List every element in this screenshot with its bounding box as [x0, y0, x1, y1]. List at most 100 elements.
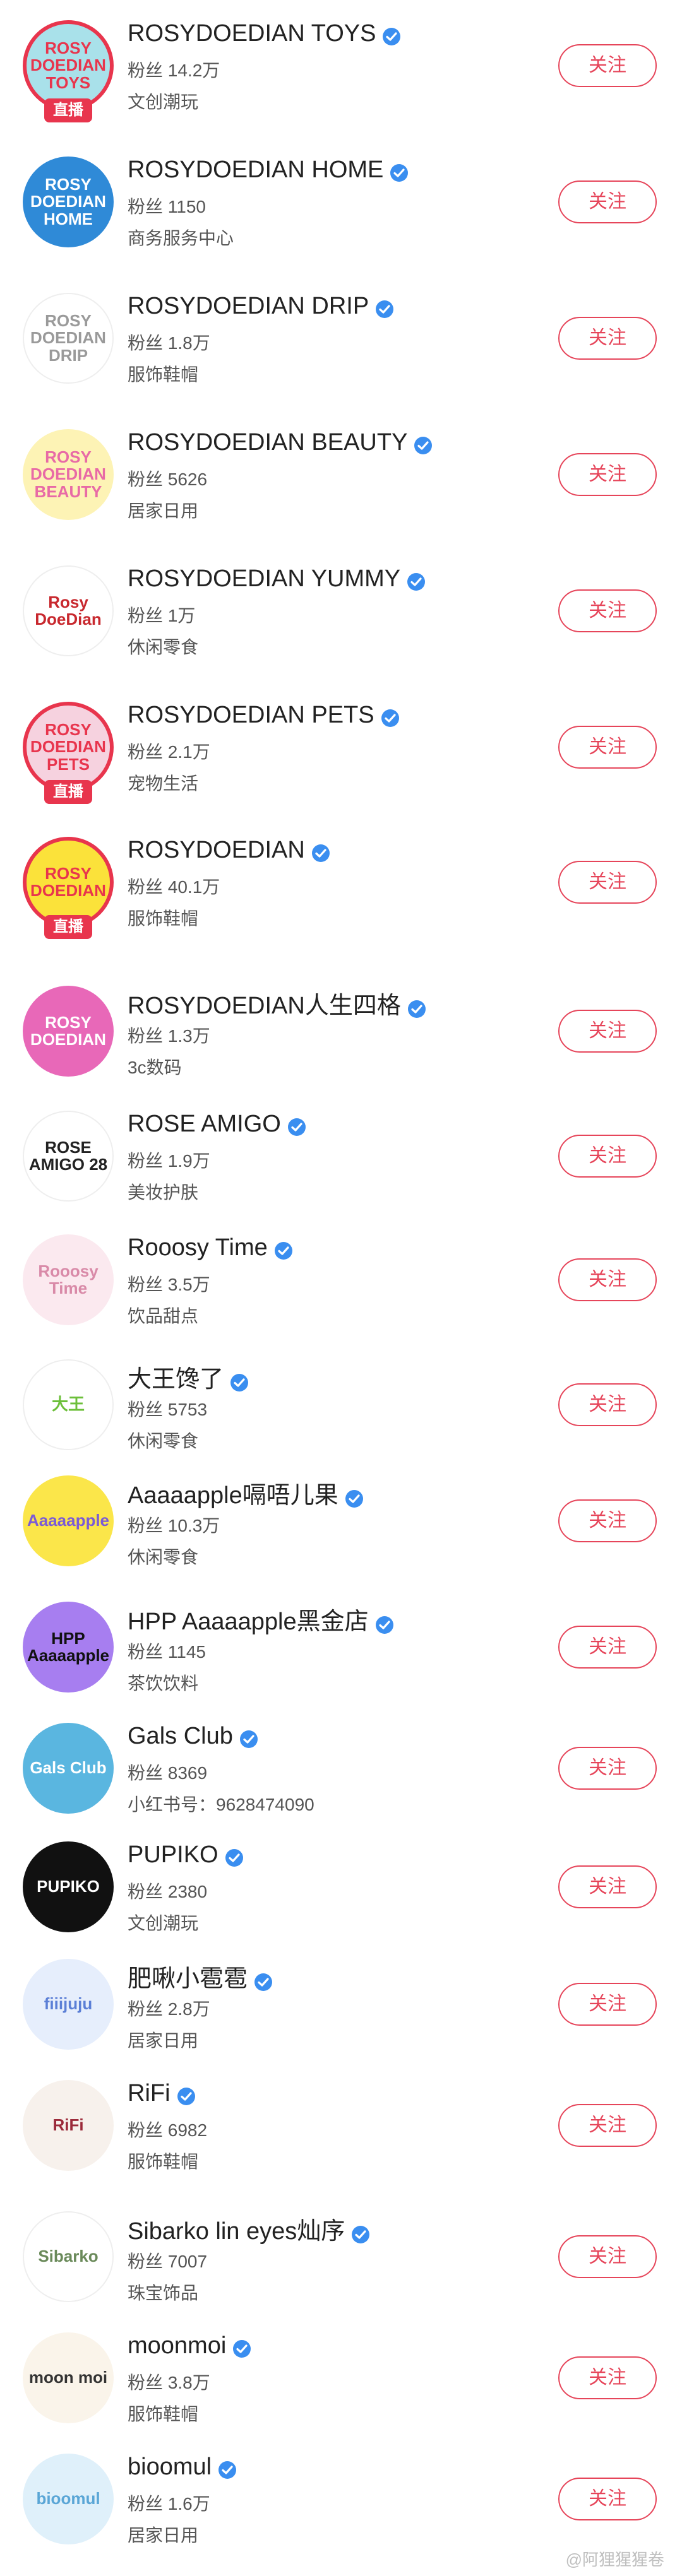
account-row[interactable]: ROSY DOEDIAN BEAUTY ROSYDOEDIAN BEAUTY 粉丝 … — [0, 424, 682, 544]
account-name-text: 肥啾小雹雹 — [128, 1966, 248, 1992]
account-name[interactable]: Rooosy Time — [128, 1234, 293, 1261]
account-avatar[interactable]: Rosy DoeDian — [23, 565, 114, 656]
account-name[interactable]: HPP Aaaaapple黑金店 — [128, 1602, 394, 1636]
follow-button[interactable]: 关注 — [558, 1010, 657, 1053]
account-avatar[interactable]: Aaaaapple — [23, 1475, 114, 1566]
follow-button[interactable]: 关注 — [558, 1383, 657, 1426]
account-avatar[interactable]: HPP Aaaaapple — [23, 1602, 114, 1693]
account-avatar[interactable]: ROSY DOEDIAN PETS — [23, 702, 114, 793]
account-category: 居家日用 — [128, 2526, 199, 2545]
follow-button[interactable]: 关注 — [558, 2104, 657, 2147]
account-avatar[interactable]: bioomul — [23, 2454, 114, 2544]
account-name[interactable]: ROSYDOEDIAN TOYS — [128, 20, 401, 47]
account-name[interactable]: ROSYDOEDIAN — [128, 837, 330, 864]
account-category: 服饰鞋帽 — [128, 909, 199, 928]
live-badge[interactable]: 直播 — [44, 915, 92, 939]
follow-button[interactable]: 关注 — [558, 317, 657, 360]
account-avatar[interactable]: ROSE AMIGO 28 — [23, 1111, 114, 1202]
account-category: 文创潮玩 — [128, 92, 199, 112]
account-row[interactable]: ROSY DOEDIAN HOME ROSYDOEDIAN HOME 粉丝 1150… — [0, 151, 682, 271]
account-row[interactable]: HPP Aaaaapple HPP Aaaaapple黑金店 粉丝 1145 茶饮饮料… — [0, 1597, 682, 1716]
follow-button[interactable]: 关注 — [558, 453, 657, 496]
follow-button[interactable]: 关注 — [558, 1983, 657, 2026]
avatar-logo-text: fiiijuju — [44, 1994, 93, 2014]
follow-button[interactable]: 关注 — [558, 726, 657, 769]
account-name[interactable]: ROSYDOEDIAN BEAUTY — [128, 429, 433, 456]
follow-button[interactable]: 关注 — [558, 180, 657, 223]
live-badge[interactable]: 直播 — [44, 780, 92, 804]
account-row[interactable]: Gals Club Gals Club 粉丝 8369 小红书号：9628474090… — [0, 1718, 682, 1838]
account-avatar[interactable]: ROSY DOEDIAN HOME — [23, 157, 114, 247]
follow-button[interactable]: 关注 — [558, 2235, 657, 2278]
account-row[interactable]: 大王 大王馋了 粉丝 5753 休闲零食 关注 — [0, 1354, 682, 1474]
account-name-text: Sibarko lin eyes灿序 — [128, 2218, 345, 2245]
account-row[interactable]: moon moi moonmoi 粉丝 3.8万 服饰鞋帽 关注 — [0, 2327, 682, 2447]
account-row[interactable]: ROSE AMIGO 28 ROSE AMIGO 粉丝 1.9万 美妆护肤 关注 — [0, 1106, 682, 1226]
account-name[interactable]: ROSYDOEDIAN YUMMY — [128, 565, 426, 593]
account-avatar[interactable]: PUPIKO — [23, 1841, 114, 1932]
account-name[interactable]: ROSYDOEDIAN PETS — [128, 702, 400, 729]
account-avatar[interactable]: fiiijuju — [23, 1959, 114, 2050]
account-row[interactable]: fiiijuju 肥啾小雹雹 粉丝 2.8万 居家日用 关注 — [0, 1954, 682, 2074]
account-avatar[interactable]: ROSY DOEDIAN — [23, 837, 114, 928]
account-row[interactable]: ROSY DOEDIAN TOYS 直播 ROSYDOEDIAN TOYS 粉丝 14… — [0, 15, 682, 135]
account-row[interactable]: ROSY DOEDIAN 直播 ROSYDOEDIAN 粉丝 40.1万 服饰鞋帽 关注 — [0, 832, 682, 952]
account-row[interactable]: RiFi RiFi 粉丝 6982 服饰鞋帽 关注 — [0, 2075, 682, 2195]
follow-button[interactable]: 关注 — [558, 1865, 657, 1908]
follow-button[interactable]: 关注 — [558, 1135, 657, 1178]
live-badge[interactable]: 直播 — [44, 98, 92, 122]
avatar-logo-text: bioomul — [36, 2489, 100, 2508]
account-name-text: ROSYDOEDIAN人生四格 — [128, 993, 401, 1019]
follow-button[interactable]: 关注 — [558, 44, 657, 87]
account-name-text: ROSYDOEDIAN YUMMY — [128, 565, 401, 592]
follow-button[interactable]: 关注 — [558, 861, 657, 904]
account-avatar[interactable]: ROSY DOEDIAN DRIP — [23, 293, 114, 384]
account-row[interactable]: ROSY DOEDIAN PETS 直播 ROSYDOEDIAN PETS 粉丝 2.… — [0, 697, 682, 817]
verified-icon — [390, 162, 409, 182]
account-name[interactable]: Sibarko lin eyes灿序 — [128, 2211, 370, 2246]
account-row[interactable]: PUPIKO PUPIKO 粉丝 2380 文创潮玩 关注 — [0, 1836, 682, 1956]
account-name-text: 大王馋了 — [128, 1366, 224, 1393]
account-row[interactable]: ROSY DOEDIAN ROSYDOEDIAN人生四格 粉丝 1.3万 3c数码 关注 — [0, 981, 682, 1101]
account-avatar[interactable]: RiFi — [23, 2080, 114, 2171]
account-avatar[interactable]: ROSY DOEDIAN — [23, 986, 114, 1077]
follow-button[interactable]: 关注 — [558, 2478, 657, 2520]
account-name[interactable]: ROSE AMIGO — [128, 1111, 306, 1138]
follow-button[interactable]: 关注 — [558, 589, 657, 632]
account-name[interactable]: bioomul — [128, 2454, 237, 2481]
account-name[interactable]: ROSYDOEDIAN DRIP — [128, 293, 394, 320]
fans-count: 粉丝 8369 — [128, 1763, 208, 1783]
avatar-logo-text: Rooosy Time — [38, 1261, 99, 1297]
account-avatar[interactable]: ROSY DOEDIAN BEAUTY — [23, 429, 114, 520]
account-name[interactable]: moonmoi — [128, 2332, 251, 2360]
account-name[interactable]: 大王馋了 — [128, 1359, 249, 1394]
follow-button[interactable]: 关注 — [558, 1258, 657, 1301]
avatar-logo-text: 大王 — [51, 1395, 85, 1414]
account-category: 居家日用 — [128, 501, 199, 521]
follow-button[interactable]: 关注 — [558, 1747, 657, 1790]
account-avatar[interactable]: ROSY DOEDIAN TOYS — [23, 20, 114, 111]
account-row[interactable]: Sibarko Sibarko lin eyes灿序 粉丝 7007 珠宝饰品 关注 — [0, 2206, 682, 2326]
account-name[interactable]: Gals Club — [128, 1723, 258, 1750]
account-avatar[interactable]: Sibarko — [23, 2211, 114, 2302]
account-name[interactable]: Aaaaapple嗝唔儿果 — [128, 1475, 364, 1510]
account-row[interactable]: Aaaaapple Aaaaapple嗝唔儿果 粉丝 10.3万 休闲零食 关注 — [0, 1470, 682, 1590]
avatar-logo-text: Sibarko — [38, 2247, 99, 2266]
account-name[interactable]: ROSYDOEDIAN人生四格 — [128, 986, 426, 1020]
account-row[interactable]: ROSY DOEDIAN DRIP ROSYDOEDIAN DRIP 粉丝 1.8万… — [0, 288, 682, 408]
follow-button[interactable]: 关注 — [558, 1626, 657, 1669]
account-row[interactable]: Rosy DoeDian ROSYDOEDIAN YUMMY 粉丝 1万 休闲零食 关注 — [0, 560, 682, 680]
follow-button[interactable]: 关注 — [558, 2356, 657, 2399]
account-name[interactable]: RiFi — [128, 2080, 196, 2107]
account-avatar[interactable]: moon moi — [23, 2332, 114, 2423]
account-avatar[interactable]: 大王 — [23, 1359, 114, 1450]
follow-button[interactable]: 关注 — [558, 1499, 657, 1542]
account-name[interactable]: PUPIKO — [128, 1841, 244, 1869]
verified-icon — [311, 842, 330, 862]
account-avatar[interactable]: Rooosy Time — [23, 1234, 114, 1325]
account-avatar[interactable]: Gals Club — [23, 1723, 114, 1814]
account-row[interactable]: Rooosy Time Rooosy Time 粉丝 3.5万 饮品甜点 关注 — [0, 1229, 682, 1349]
account-name[interactable]: ROSYDOEDIAN HOME — [128, 157, 409, 184]
account-category: 小红书号：9628474090 — [128, 1795, 314, 1814]
account-name[interactable]: 肥啾小雹雹 — [128, 1959, 273, 1994]
